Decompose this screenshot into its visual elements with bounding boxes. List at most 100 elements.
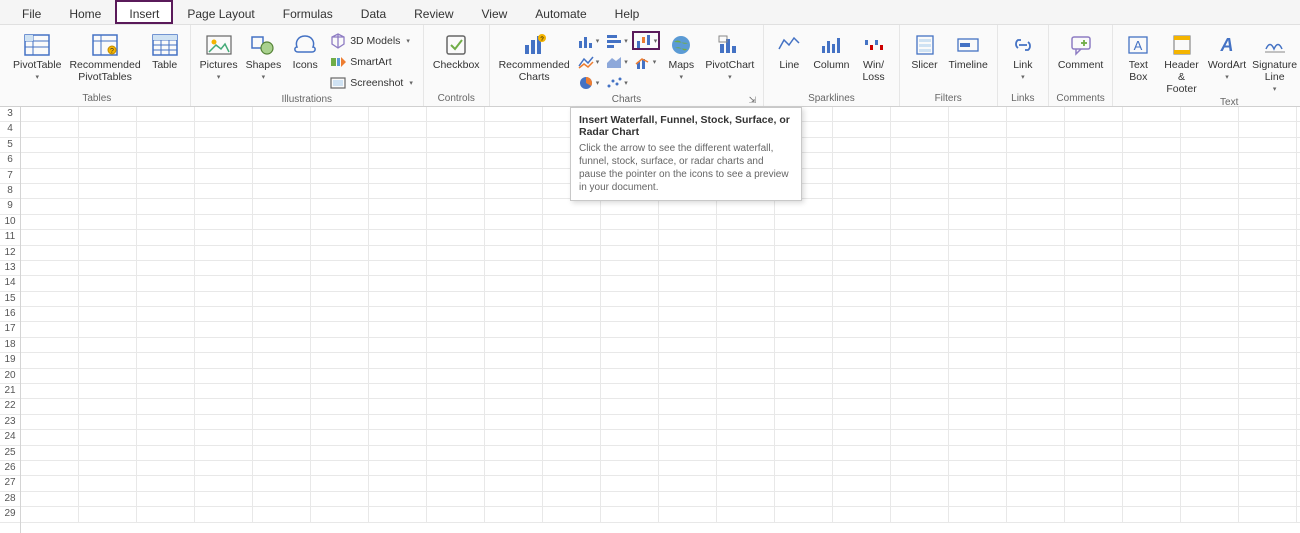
cell[interactable] xyxy=(79,492,137,506)
cell[interactable] xyxy=(427,461,485,475)
cell[interactable] xyxy=(311,446,369,460)
pivot-table-button[interactable]: PivotTable ▾ xyxy=(10,31,64,81)
cell[interactable] xyxy=(717,215,775,229)
cell[interactable] xyxy=(717,430,775,444)
cell[interactable] xyxy=(1123,107,1181,121)
cell[interactable] xyxy=(311,153,369,167)
cell[interactable] xyxy=(485,276,543,290)
cell[interactable] xyxy=(253,322,311,336)
cell[interactable] xyxy=(949,353,1007,367)
cell[interactable] xyxy=(1123,199,1181,213)
cell[interactable] xyxy=(1181,184,1239,198)
cell[interactable] xyxy=(427,307,485,321)
cell[interactable] xyxy=(1181,199,1239,213)
cell[interactable] xyxy=(1181,415,1239,429)
cell[interactable] xyxy=(21,399,79,413)
cell[interactable] xyxy=(601,215,659,229)
cell[interactable] xyxy=(1123,461,1181,475)
cell[interactable] xyxy=(485,446,543,460)
row-header[interactable]: 14 xyxy=(0,276,20,291)
cell[interactable] xyxy=(427,276,485,290)
cell[interactable] xyxy=(891,338,949,352)
cell[interactable] xyxy=(775,276,833,290)
cell[interactable] xyxy=(253,492,311,506)
cell[interactable] xyxy=(253,415,311,429)
cell[interactable] xyxy=(311,322,369,336)
cell[interactable] xyxy=(369,122,427,136)
cell[interactable] xyxy=(543,230,601,244)
icons-button[interactable]: Icons xyxy=(286,31,324,71)
cell[interactable] xyxy=(659,476,717,490)
cell[interactable] xyxy=(1239,276,1297,290)
cell[interactable] xyxy=(949,430,1007,444)
cell[interactable] xyxy=(775,446,833,460)
cell[interactable] xyxy=(949,153,1007,167)
cell[interactable] xyxy=(1007,184,1065,198)
cell[interactable] xyxy=(833,369,891,383)
cell[interactable] xyxy=(195,476,253,490)
cell[interactable] xyxy=(1007,430,1065,444)
cell[interactable] xyxy=(1065,338,1123,352)
cell[interactable] xyxy=(1181,461,1239,475)
cell[interactable] xyxy=(949,215,1007,229)
cell[interactable] xyxy=(1181,430,1239,444)
cell[interactable] xyxy=(369,292,427,306)
cell[interactable] xyxy=(21,476,79,490)
cell[interactable] xyxy=(427,353,485,367)
cell[interactable] xyxy=(833,353,891,367)
cell[interactable] xyxy=(1007,122,1065,136)
cell[interactable] xyxy=(1065,138,1123,152)
cell[interactable] xyxy=(949,138,1007,152)
cell[interactable] xyxy=(369,338,427,352)
cell[interactable] xyxy=(427,369,485,383)
cell[interactable] xyxy=(21,230,79,244)
area-chart-button[interactable]: ▾ xyxy=(603,52,630,71)
cell[interactable] xyxy=(949,461,1007,475)
cell[interactable] xyxy=(427,430,485,444)
cell[interactable] xyxy=(891,384,949,398)
cell[interactable] xyxy=(601,446,659,460)
cell[interactable] xyxy=(659,338,717,352)
cell[interactable] xyxy=(601,322,659,336)
column-chart-button[interactable]: ▾ xyxy=(575,31,602,50)
cell[interactable] xyxy=(833,415,891,429)
cell[interactable] xyxy=(195,122,253,136)
cell[interactable] xyxy=(253,169,311,183)
shapes-button[interactable]: Shapes ▾ xyxy=(243,31,285,81)
pivot-chart-button[interactable]: PivotChart ▾ xyxy=(702,31,757,81)
cell[interactable] xyxy=(137,322,195,336)
cell[interactable] xyxy=(601,507,659,521)
cell[interactable] xyxy=(1007,338,1065,352)
cell[interactable] xyxy=(833,476,891,490)
cell[interactable] xyxy=(1007,276,1065,290)
cell[interactable] xyxy=(1065,461,1123,475)
cell[interactable] xyxy=(1065,184,1123,198)
cell[interactable] xyxy=(369,307,427,321)
cell[interactable] xyxy=(369,369,427,383)
cell[interactable] xyxy=(891,107,949,121)
cell[interactable] xyxy=(485,292,543,306)
cell[interactable] xyxy=(1181,261,1239,275)
menu-tab-data[interactable]: Data xyxy=(347,0,400,24)
cell[interactable] xyxy=(1007,476,1065,490)
cell[interactable] xyxy=(775,353,833,367)
cell[interactable] xyxy=(1181,476,1239,490)
cell[interactable] xyxy=(137,246,195,260)
cell[interactable] xyxy=(79,430,137,444)
cell[interactable] xyxy=(195,322,253,336)
cell[interactable] xyxy=(1007,153,1065,167)
cell[interactable] xyxy=(253,122,311,136)
scatter-chart-button[interactable]: ▾ xyxy=(603,73,630,92)
recommended-charts-button[interactable]: ? Recommended Charts xyxy=(496,31,573,83)
cell[interactable] xyxy=(833,507,891,521)
cell[interactable] xyxy=(79,338,137,352)
cell[interactable] xyxy=(369,384,427,398)
cell[interactable] xyxy=(543,199,601,213)
cell[interactable] xyxy=(1123,430,1181,444)
cell[interactable] xyxy=(195,338,253,352)
cell[interactable] xyxy=(427,230,485,244)
pictures-button[interactable]: Pictures ▾ xyxy=(197,31,241,81)
cell[interactable] xyxy=(253,199,311,213)
cell[interactable] xyxy=(1007,446,1065,460)
cell[interactable] xyxy=(253,369,311,383)
